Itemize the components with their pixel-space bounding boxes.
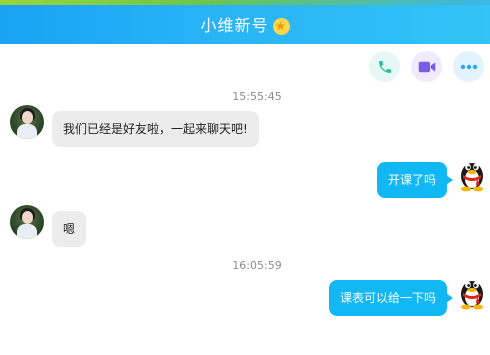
outgoing-message-bubble[interactable]: 开课了吗 — [376, 162, 454, 198]
chat-header: 小维新号 ★ — [0, 0, 490, 44]
chat-title-text: 小维新号 — [200, 16, 269, 35]
timestamp: 15:55:45 — [232, 90, 282, 103]
penguin-icon — [461, 163, 483, 192]
contact-avatar[interactable] — [10, 105, 44, 139]
incoming-message-bubble[interactable]: 我们已经是好友啦，一起来聊天吧! — [52, 111, 259, 147]
incoming-message-bubble[interactable]: 嗯 — [52, 211, 87, 247]
outgoing-message-bubble[interactable]: 课表可以给一下吗 — [328, 280, 454, 316]
star-icon: ★ — [272, 18, 290, 35]
contact-avatar[interactable] — [10, 205, 44, 239]
self-avatar[interactable] — [455, 274, 489, 310]
video-button[interactable] — [411, 51, 442, 82]
chat-title[interactable]: 小维新号 ★ — [0, 12, 490, 36]
penguin-icon — [461, 281, 483, 310]
call-button[interactable] — [369, 51, 400, 82]
more-button[interactable] — [453, 51, 484, 82]
timestamp: 16:05:59 — [232, 259, 282, 272]
video-camera-icon — [418, 61, 435, 72]
chat-actions — [369, 51, 484, 82]
self-avatar[interactable] — [455, 156, 489, 192]
phone-icon — [378, 60, 391, 73]
more-dots-icon — [460, 64, 477, 69]
header-top-strip — [0, 0, 490, 5]
